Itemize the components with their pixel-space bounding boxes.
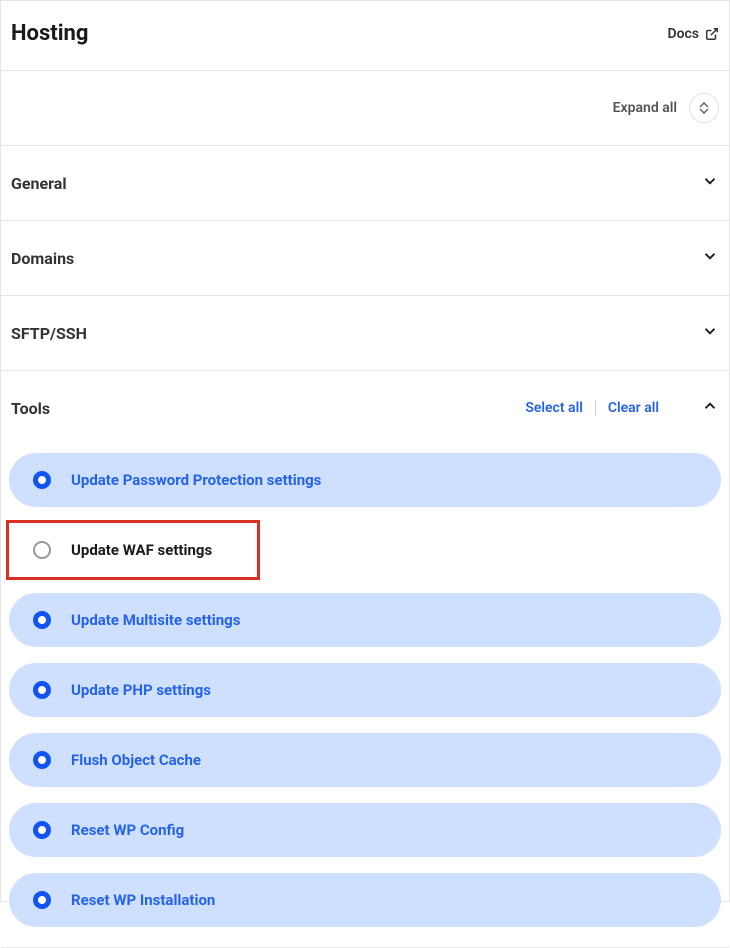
tool-label: Update WAF settings — [71, 541, 212, 559]
radio-checked-icon[interactable] — [33, 681, 51, 699]
tool-item-password-protection[interactable]: Update Password Protection settings — [9, 453, 721, 507]
tools-list: Update Password Protection settings Upda… — [1, 445, 729, 947]
page-title: Hosting — [11, 21, 88, 46]
tool-label: Update Password Protection settings — [71, 471, 321, 489]
radio-checked-icon[interactable] — [33, 611, 51, 629]
chevron-down-icon — [701, 247, 719, 269]
section-header-tools[interactable]: Tools Select all Clear all — [1, 371, 729, 445]
chevron-down-icon — [701, 322, 719, 344]
radio-checked-icon[interactable] — [33, 751, 51, 769]
tool-label: Flush Object Cache — [71, 751, 201, 769]
tool-label: Update PHP settings — [71, 681, 211, 699]
tool-item-flush-cache[interactable]: Flush Object Cache — [9, 733, 721, 787]
section-title-tools: Tools — [11, 399, 50, 418]
select-all-link[interactable]: Select all — [525, 400, 583, 416]
tool-label: Reset WP Config — [71, 821, 184, 839]
divider — [595, 400, 596, 416]
chevron-down-icon — [699, 108, 709, 114]
expand-all-label: Expand all — [613, 100, 677, 116]
section-title-general: General — [11, 174, 67, 193]
expand-all-toggle[interactable] — [689, 93, 719, 123]
docs-link[interactable]: Docs — [667, 26, 719, 42]
section-tools: Tools Select all Clear all Update Passwo… — [1, 371, 729, 948]
tools-actions: Select all Clear all — [525, 397, 719, 419]
chevron-up-icon — [701, 397, 719, 419]
radio-unchecked-icon[interactable] — [33, 541, 51, 559]
chevron-down-icon — [701, 172, 719, 194]
page-header: Hosting Docs — [1, 1, 729, 71]
section-header-domains[interactable]: Domains — [1, 221, 729, 295]
clear-all-link[interactable]: Clear all — [608, 400, 659, 416]
docs-label: Docs — [667, 26, 699, 42]
tool-label: Reset WP Installation — [71, 891, 215, 909]
tool-item-php[interactable]: Update PHP settings — [9, 663, 721, 717]
tool-item-waf[interactable]: Update WAF settings — [9, 523, 257, 577]
tool-label: Update Multisite settings — [71, 611, 240, 629]
tool-item-reset-wp-config[interactable]: Reset WP Config — [9, 803, 721, 857]
section-general: General — [1, 146, 729, 221]
section-header-general[interactable]: General — [1, 146, 729, 220]
section-header-sftp-ssh[interactable]: SFTP/SSH — [1, 296, 729, 370]
radio-checked-icon[interactable] — [33, 821, 51, 839]
tool-item-multisite[interactable]: Update Multisite settings — [9, 593, 721, 647]
tool-item-reset-wp-installation[interactable]: Reset WP Installation — [9, 873, 721, 927]
external-link-icon — [705, 27, 719, 41]
section-domains: Domains — [1, 221, 729, 296]
radio-checked-icon[interactable] — [33, 891, 51, 909]
section-sftp-ssh: SFTP/SSH — [1, 296, 729, 371]
section-title-sftp-ssh: SFTP/SSH — [11, 324, 87, 343]
expand-all-row: Expand all — [1, 71, 729, 146]
radio-checked-icon[interactable] — [33, 471, 51, 489]
section-title-domains: Domains — [11, 249, 74, 268]
